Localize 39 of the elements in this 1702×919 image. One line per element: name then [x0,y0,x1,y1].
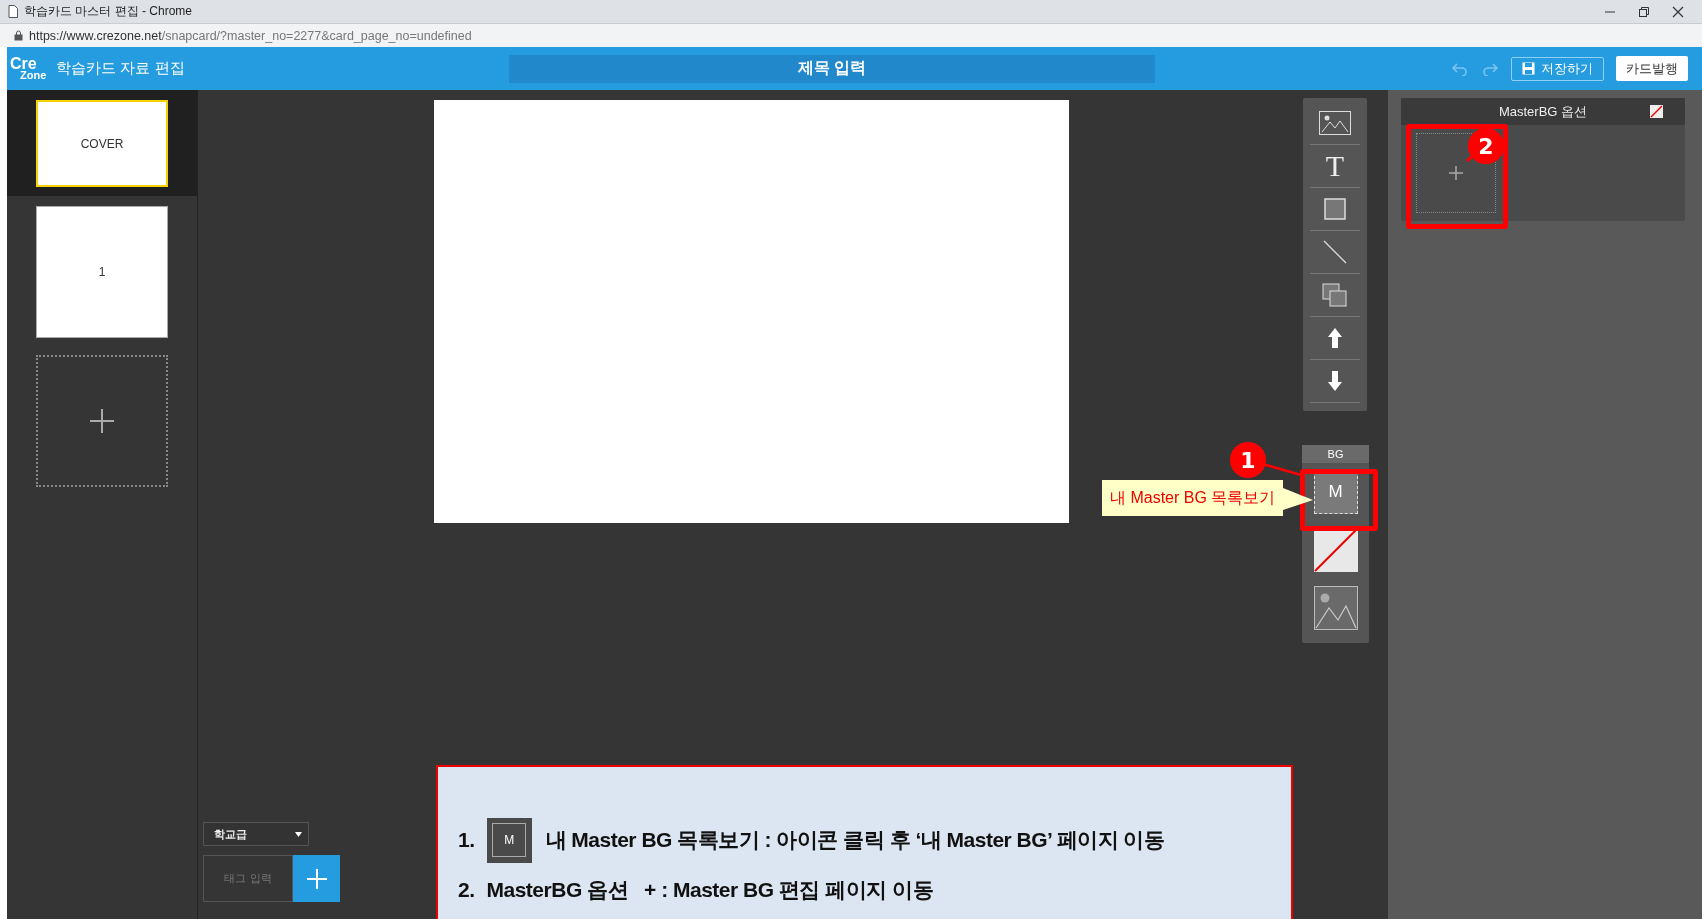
plus-icon [89,408,115,434]
duplicate-icon[interactable] [1322,283,1348,307]
text-tool-icon[interactable]: T [1325,151,1345,181]
image-icon[interactable] [1319,111,1351,135]
close-icon[interactable] [1672,5,1684,18]
plus-icon [1449,166,1463,180]
logo: Cre Zone [10,56,47,81]
instruction-text: MasterBG 옵션 + : Master BG 편집 페이지 이동 [486,877,933,903]
background-image-icon[interactable] [1313,586,1358,630]
panel-label: BG [1302,445,1369,463]
arrow-up-icon[interactable] [1327,327,1343,349]
url-host[interactable]: https://www.crezone.net [29,28,162,43]
page-thumbnail[interactable]: COVER [36,100,168,187]
title-field[interactable]: 제목 입력 [509,54,1155,83]
no-background-icon[interactable] [1313,528,1358,572]
panel-title: MasterBG 옵션 [1498,102,1588,121]
instruction-text: 내 Master BG 목록보기 : 아이콘 클릭 후 ‘내 Master BG’ 페이지 이동 [545,827,1165,853]
document-icon [8,5,18,18]
line-icon[interactable] [1323,240,1347,264]
window-title: 학습카드 마스터 편집 - Chrome [24,3,192,20]
arrow-down-icon[interactable] [1327,370,1343,392]
list-number: 2. [458,878,475,902]
level-dropdown[interactable]: 학교급 [203,822,309,846]
dropdown-caret-icon [295,831,302,837]
tooltip: 내 Master BG 목록보기 [1102,480,1314,516]
url-path[interactable]: /snapcard/?master_no=2277&card_page_no=undefined [161,28,472,43]
restore-icon[interactable] [1638,5,1650,18]
publish-button[interactable]: 카드발행 [1616,56,1688,81]
m-icon: M [486,817,532,863]
list-number: 1. [458,828,475,852]
page-thumbnail[interactable]: 1 [36,206,168,338]
lock-icon [14,30,23,41]
add-page-button[interactable] [36,355,168,487]
no-background-icon[interactable] [1650,105,1663,118]
square-icon[interactable] [1324,198,1346,220]
floppy-icon [1522,62,1535,75]
add-tag-button[interactable] [293,855,340,902]
plus-icon [306,868,327,889]
app-title: 학습카드 자료 편집 [56,59,185,78]
